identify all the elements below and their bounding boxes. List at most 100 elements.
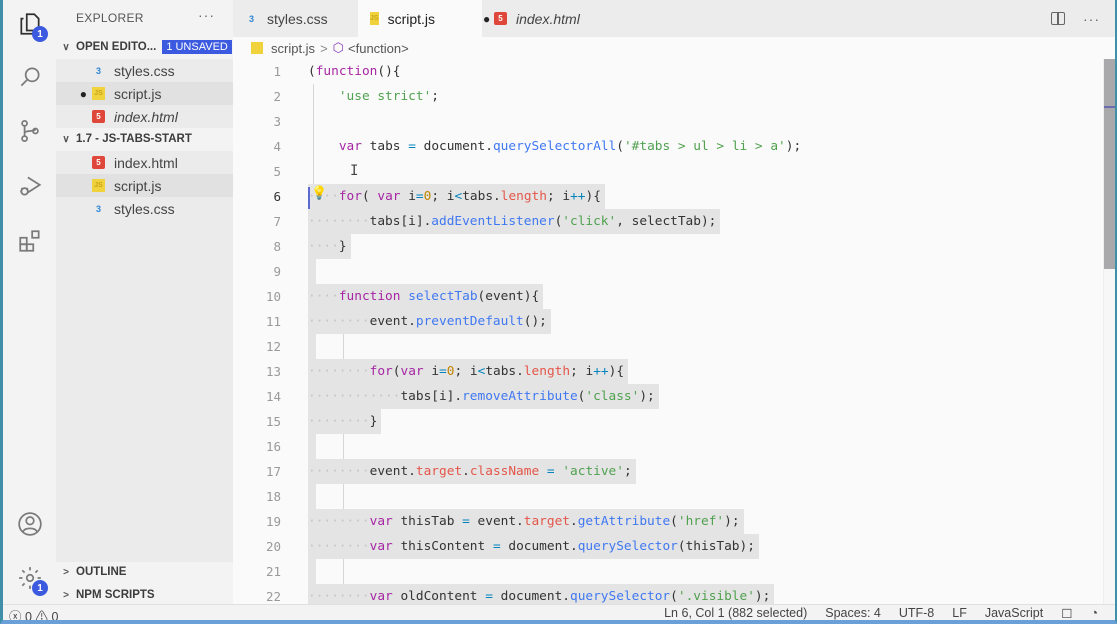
- file-index-html[interactable]: 5 index.html: [56, 151, 233, 174]
- code-line[interactable]: 16: [233, 434, 1103, 459]
- code-line[interactable]: 5: [233, 159, 1103, 184]
- code-text: ········event.preventDefault();: [308, 309, 551, 334]
- tab-styles-css[interactable]: 3 styles.css: [233, 0, 358, 37]
- explorer-sidebar: EXPLORER ··· ∨ OPEN EDITO... 1 UNSAVED 3…: [56, 0, 233, 604]
- indentation[interactable]: Spaces: 4: [825, 606, 881, 620]
- chevron-down-icon: ∨: [62, 133, 70, 145]
- ibeam-cursor-icon: I: [350, 163, 359, 179]
- search-icon[interactable]: [16, 63, 44, 91]
- line-number: 22: [265, 589, 281, 604]
- activity-bar: 1 1: [3, 0, 56, 620]
- open-editor-index-html[interactable]: 5 index.html: [56, 105, 233, 128]
- code-text: ········for(var i=0; i<tabs.length; i++)…: [308, 359, 629, 384]
- language-mode[interactable]: JavaScript: [985, 606, 1043, 620]
- line-number: 16: [265, 439, 281, 454]
- code-line[interactable]: 20 ········var thisContent = document.que…: [233, 534, 1103, 559]
- code-line[interactable]: 7 ········tabs[i].addEventListener('click…: [233, 209, 1103, 234]
- settings-gear-icon[interactable]: 1: [16, 564, 48, 596]
- code-line[interactable]: 12: [233, 334, 1103, 359]
- split-editor-icon[interactable]: [1051, 12, 1065, 25]
- line-number: 8: [273, 239, 281, 254]
- settings-badge: 1: [32, 580, 48, 596]
- code-line[interactable]: 18: [233, 484, 1103, 509]
- unsaved-badge: 1 UNSAVED: [162, 40, 232, 54]
- html-file-icon: 5: [92, 110, 105, 123]
- code-line[interactable]: 19 ········var thisTab = event.target.get…: [233, 509, 1103, 534]
- code-line[interactable]: 9: [233, 259, 1103, 284]
- editor-tabs: 3 styles.css JS script.js ● 5 index.html…: [233, 0, 1115, 37]
- open-editors-header[interactable]: ∨ OPEN EDITO... 1 UNSAVED: [56, 37, 233, 57]
- cursor-position[interactable]: Ln 6, Col 1 (882 selected): [664, 606, 807, 620]
- lightbulb-icon[interactable]: 💡: [311, 185, 327, 201]
- error-icon: ⓧ: [9, 610, 22, 624]
- open-editor-styles-css[interactable]: 3 styles.css: [56, 59, 233, 82]
- code-line[interactable]: 3: [233, 109, 1103, 134]
- code-line[interactable]: 21: [233, 559, 1103, 584]
- code-line[interactable]: 14 ············tabs[i].removeAttribute('c…: [233, 384, 1103, 409]
- breadcrumb-file[interactable]: script.js: [271, 41, 315, 56]
- code-line[interactable]: 1 (function(){: [233, 59, 1103, 84]
- code-text: [308, 559, 316, 584]
- line-number: 12: [265, 339, 281, 354]
- run-debug-icon[interactable]: [16, 172, 44, 200]
- source-control-icon[interactable]: [16, 117, 44, 145]
- line-number: 2: [273, 89, 281, 104]
- code-editor[interactable]: 1 (function(){2 'use strict'; 3 4 var tabs …: [233, 59, 1103, 604]
- code-text: [308, 334, 316, 359]
- file-script-js[interactable]: JS script.js: [56, 174, 233, 197]
- code-line[interactable]: 22 ········var oldContent = document.quer…: [233, 584, 1103, 604]
- code-text: ····}: [308, 234, 351, 259]
- more-actions-icon[interactable]: ···: [1083, 11, 1100, 27]
- more-actions-icon[interactable]: ···: [198, 7, 215, 23]
- explorer-badge: 1: [32, 26, 48, 42]
- code-line[interactable]: 17 ········event.target.className = 'acti…: [233, 459, 1103, 484]
- breadcrumb: script.js > ⬡ <function>: [233, 37, 1115, 59]
- line-number: 19: [265, 514, 281, 529]
- feedback-icon[interactable]: ☐: [1061, 606, 1072, 620]
- outline-header[interactable]: > OUTLINE: [56, 562, 233, 582]
- breadcrumb-symbol[interactable]: <function>: [348, 41, 409, 56]
- code-text: [308, 259, 316, 284]
- code-line[interactable]: 6 ····for( var i=0; i<tabs.length; i++){: [233, 184, 1103, 209]
- vertical-scrollbar[interactable]: [1103, 59, 1115, 604]
- chevron-right-icon: >: [63, 589, 69, 601]
- folder-header[interactable]: ∨ 1.7 - JS-TABS-START: [56, 129, 233, 149]
- status-bar: ⓧ 0 ⚠ 0 Ln 6, Col 1 (882 selected) Space…: [3, 604, 1115, 620]
- open-editor-script-js[interactable]: ● JS script.js: [56, 82, 233, 105]
- file-tree-empty-area: [56, 220, 233, 562]
- line-number: 15: [265, 414, 281, 429]
- encoding[interactable]: UTF-8: [899, 606, 934, 620]
- explorer-icon[interactable]: 1: [16, 10, 48, 42]
- chevron-down-icon: ∨: [62, 41, 70, 53]
- chevron-right-icon: >: [63, 566, 69, 578]
- line-number: 1: [273, 64, 281, 79]
- unsaved-dot-icon[interactable]: ●: [56, 87, 92, 101]
- code-line[interactable]: 11 ········event.preventDefault();: [233, 309, 1103, 334]
- account-icon[interactable]: [16, 510, 44, 538]
- file-styles-css[interactable]: 3 styles.css: [56, 197, 233, 220]
- code-line[interactable]: 10 ····function selectTab(event){: [233, 284, 1103, 309]
- line-number: 11: [265, 314, 281, 329]
- line-number: 9: [273, 264, 281, 279]
- code-line[interactable]: 2 'use strict';: [233, 84, 1103, 109]
- code-text: ····for( var i=0; i<tabs.length; i++){: [308, 184, 605, 209]
- code-line[interactable]: 13 ········for(var i=0; i<tabs.length; i+…: [233, 359, 1103, 384]
- scrollbar-thumb[interactable]: [1104, 59, 1115, 269]
- problems-indicator[interactable]: ⓧ 0 ⚠ 0: [9, 606, 58, 624]
- js-file-icon: JS: [92, 87, 105, 100]
- line-number: 13: [265, 364, 281, 379]
- code-line[interactable]: 4 var tabs = document.querySelectorAll('…: [233, 134, 1103, 159]
- npm-scripts-header[interactable]: > NPM SCRIPTS: [56, 585, 233, 605]
- code-text: 'use strict';: [338, 89, 439, 104]
- code-text: ····function selectTab(event){: [308, 284, 544, 309]
- line-number: 7: [273, 214, 281, 229]
- notifications-bell-icon[interactable]: ◔: [1090, 606, 1098, 620]
- code-line[interactable]: 8 ····}: [233, 234, 1103, 259]
- line-number: 20: [265, 539, 281, 554]
- extensions-icon[interactable]: [16, 227, 44, 255]
- tab-script-js[interactable]: JS script.js ●: [358, 0, 490, 37]
- code-text: var tabs = document.querySelectorAll('#t…: [338, 139, 802, 154]
- tab-index-html[interactable]: 5 index.html: [482, 0, 606, 37]
- line-ending[interactable]: LF: [952, 606, 967, 620]
- code-line[interactable]: 15 ········}: [233, 409, 1103, 434]
